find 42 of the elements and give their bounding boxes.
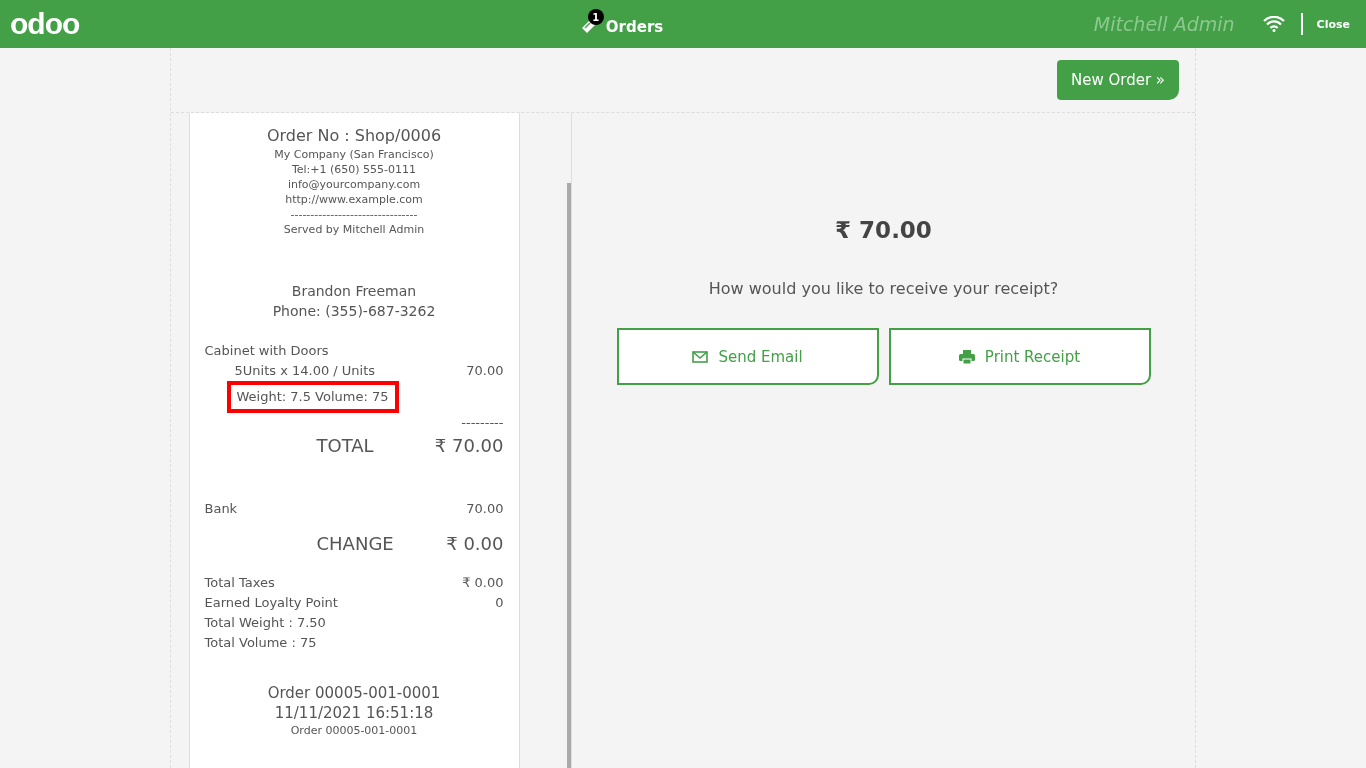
order-reference: Order 00005-001-0001 (289, 723, 419, 738)
envelope-icon (692, 350, 709, 363)
change-label: CHANGE (316, 532, 394, 556)
receipt-question: How would you like to receive your receipt? (708, 279, 1059, 298)
product-attributes: Weight: 7.5 Volume: 75 (226, 381, 399, 413)
new-order-button[interactable]: New Order » (1056, 60, 1179, 100)
order-reference: 11/11/2021 16:51:18 (273, 703, 435, 723)
change-value: ₹ 0.00 (446, 532, 504, 556)
order-reference: Order 00005-001-0001 (266, 683, 442, 703)
company-info-line: info@yourcompany.com (286, 177, 422, 192)
summary-label: Total Weight : 7.50 (204, 614, 326, 632)
logo: odoo (10, 7, 80, 41)
summary-label: Earned Loyalty Point (204, 594, 338, 612)
payment-amount: 70.00 (466, 500, 504, 518)
product-quantity: 5Units x 14.00 / Units (234, 362, 376, 380)
summary-value: ₹ 0.00 (462, 574, 504, 592)
printer-icon (958, 349, 975, 364)
send-email-button[interactable]: Send Email (616, 328, 879, 385)
product-price: 70.00 (466, 362, 504, 380)
amount-due: ₹ 70.00 (835, 217, 932, 243)
order-number: Order No : Shop/0006 (265, 125, 443, 147)
product-name: Cabinet with Doors (204, 342, 329, 360)
customer-info-line: Phone: (355)-687-3262 (271, 302, 437, 321)
orders-button[interactable]: 1 Orders (575, 7, 668, 41)
order-count-badge: 1 (587, 9, 604, 25)
company-info-line: http://www.example.com (284, 192, 424, 207)
payment-method: Bank (204, 500, 238, 518)
separator-text: -------------------------------- (289, 207, 419, 222)
user-name: Mitchell Admin (1093, 13, 1235, 35)
company-info-line: My Company (San Francisco) (273, 147, 435, 162)
print-receipt-button[interactable]: Print Receipt (888, 328, 1151, 385)
total-label: TOTAL (316, 434, 374, 458)
served-by: Served by Mitchell Admin (282, 222, 426, 237)
summary-label: Total Volume : 75 (204, 634, 317, 652)
customer-info-line: Brandon Freeman (290, 282, 418, 301)
summary-value: 0 (495, 594, 504, 612)
summary-label: Total Taxes (204, 574, 275, 592)
company-info-line: Tel:+1 (650) 555-0111 (290, 162, 418, 177)
separator-text: --------- (461, 414, 504, 432)
wifi-icon (1262, 16, 1285, 32)
close-button[interactable]: Close (1316, 17, 1350, 31)
total-value: ₹ 70.00 (434, 434, 504, 458)
